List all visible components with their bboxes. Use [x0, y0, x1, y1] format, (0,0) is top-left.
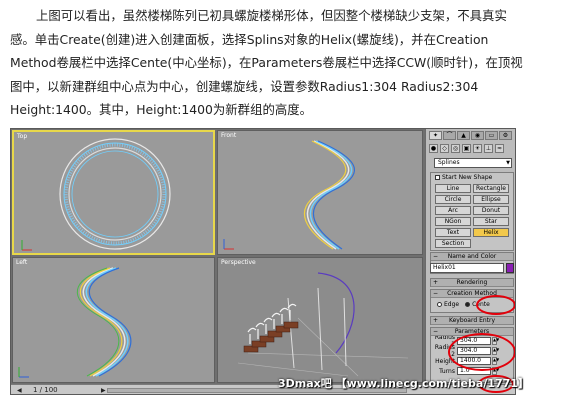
tab-modify[interactable]: ⌒	[443, 131, 456, 140]
viewport-area: Top Front Left Perspective	[11, 129, 425, 384]
viewport-left[interactable]: Left	[12, 257, 215, 383]
collapse-icon: −	[433, 328, 439, 335]
expand-icon: +	[433, 279, 439, 286]
viewport-top[interactable]: Top	[12, 130, 215, 255]
chevron-down-icon: ▼	[506, 160, 510, 166]
center-radio[interactable]	[465, 302, 471, 307]
next-frame-icon[interactable]: ▶	[101, 387, 106, 394]
command-panel-tabs: ✦ ⌒ ▲ ◉ ▭ ⚙	[429, 131, 515, 140]
keyboard-entry-rollout: + Keyboard Entry	[430, 316, 514, 325]
tab-hierarchy[interactable]: ▲	[457, 131, 470, 140]
name-and-color-header[interactable]: − Name and Color	[431, 253, 513, 261]
object-type-buttons: Line Rectangle Circle Ellipse Arc Donut …	[431, 182, 513, 250]
start-new-shape-checkbox[interactable]	[435, 175, 440, 180]
donut-button[interactable]: Donut	[473, 206, 509, 215]
expand-icon: +	[433, 317, 439, 324]
rendering-header[interactable]: + Rendering	[431, 279, 513, 287]
annotation-circle-parameters	[448, 333, 515, 371]
lights-icon[interactable]: ◎	[451, 144, 460, 153]
shapes-icon[interactable]: ◇	[440, 144, 449, 153]
article-line-4: 图中，以新建群组中心点为中心，创建螺旋线，设置参数Radius1:304 Rad…	[10, 78, 479, 94]
article-line-2: 感。单击Create(创建)进入创建面板，选择Splins对象的Helix(螺旋…	[10, 31, 489, 47]
line-button[interactable]: Line	[435, 184, 471, 193]
max-screenshot: Top Front Left Perspective ◀ 1 / 100 ▶ ✦…	[10, 128, 516, 395]
frame-counter: 1 / 100	[33, 386, 58, 394]
article-paragraph: 上图可以看出，虽然楼梯陈列已初具螺旋楼梯形体，但因整个楼梯缺少支架，不具真实 感…	[10, 4, 580, 122]
viewport-front[interactable]: Front	[217, 130, 423, 255]
start-new-shape-row[interactable]: Start New Shape	[431, 173, 513, 182]
rendering-rollout: + Rendering	[430, 278, 514, 287]
edge-radio[interactable]	[437, 302, 442, 307]
category-dropdown[interactable]: Splines ▼	[434, 158, 512, 168]
rectangle-button[interactable]: Rectangle	[473, 184, 509, 193]
start-new-shape-label: Start New Shape	[442, 174, 493, 181]
prev-frame-icon[interactable]: ◀	[17, 387, 22, 394]
systems-icon[interactable]: ≈	[495, 144, 504, 153]
helix-top-view	[21, 138, 171, 251]
helix-left-view	[18, 267, 132, 378]
name-and-color-title: Name and Color	[447, 253, 497, 260]
helix-button[interactable]: Helix	[473, 228, 509, 237]
star-button[interactable]: Star	[473, 217, 509, 226]
helpers-icon[interactable]: ☀	[473, 144, 482, 153]
section-button[interactable]: Section	[435, 239, 471, 248]
object-name-field[interactable]: Helix01	[430, 263, 504, 273]
viewport-perspective[interactable]: Perspective	[217, 257, 423, 383]
text-button[interactable]: Text	[435, 228, 471, 237]
spacewarps-icon[interactable]: ⊥	[484, 144, 493, 153]
rendering-title: Rendering	[456, 279, 488, 286]
article-line-1: 上图可以看出，虽然楼梯陈列已初具螺旋楼梯形体，但因整个楼梯缺少支架，不具真实	[36, 8, 507, 23]
tab-utilities[interactable]: ⚙	[499, 131, 512, 140]
ngon-button[interactable]: NGon	[435, 217, 471, 226]
edge-label: Edge	[444, 301, 460, 308]
arc-button[interactable]: Arc	[435, 206, 471, 215]
spiral-stair-perspective	[237, 272, 409, 377]
article-line-5: Height:1400。其中，Height:1400为新群组的高度。	[10, 102, 313, 118]
collapse-icon: −	[433, 290, 439, 297]
tab-display[interactable]: ▭	[485, 131, 498, 140]
category-dropdown-value: Splines	[438, 159, 460, 166]
object-color-swatch[interactable]	[506, 263, 514, 273]
geometry-icon[interactable]: ●	[429, 144, 438, 153]
cameras-icon[interactable]: ▣	[462, 144, 471, 153]
collapse-icon: −	[433, 253, 439, 260]
helix-front-view	[223, 140, 356, 250]
keyboard-entry-header[interactable]: + Keyboard Entry	[431, 317, 513, 325]
ellipse-button[interactable]: Ellipse	[473, 195, 509, 204]
watermark-text: 3Dmax吧 【www.linecg.com/tieba/1771】	[278, 377, 529, 390]
object-type-rollout: Start New Shape Line Rectangle Circle El…	[430, 172, 514, 251]
tab-create[interactable]: ✦	[429, 131, 442, 140]
annotation-circle-center	[476, 295, 515, 315]
tab-motion[interactable]: ◉	[471, 131, 484, 140]
edge-option[interactable]: Edge	[437, 301, 459, 308]
command-panel: ✦ ⌒ ▲ ◉ ▭ ⚙ ● ◇ ◎ ▣ ☀ ⊥ ≈ Splines ▼ Star…	[425, 129, 515, 393]
create-category-icons: ● ◇ ◎ ▣ ☀ ⊥ ≈	[429, 144, 515, 154]
turns-label: Turns	[439, 367, 455, 375]
article-line-3: Method卷展栏中选择Cente(中心坐标)，在Parameters卷展栏中选…	[10, 55, 523, 71]
keyboard-entry-title: Keyboard Entry	[448, 317, 496, 324]
circle-button[interactable]: Circle	[435, 195, 471, 204]
